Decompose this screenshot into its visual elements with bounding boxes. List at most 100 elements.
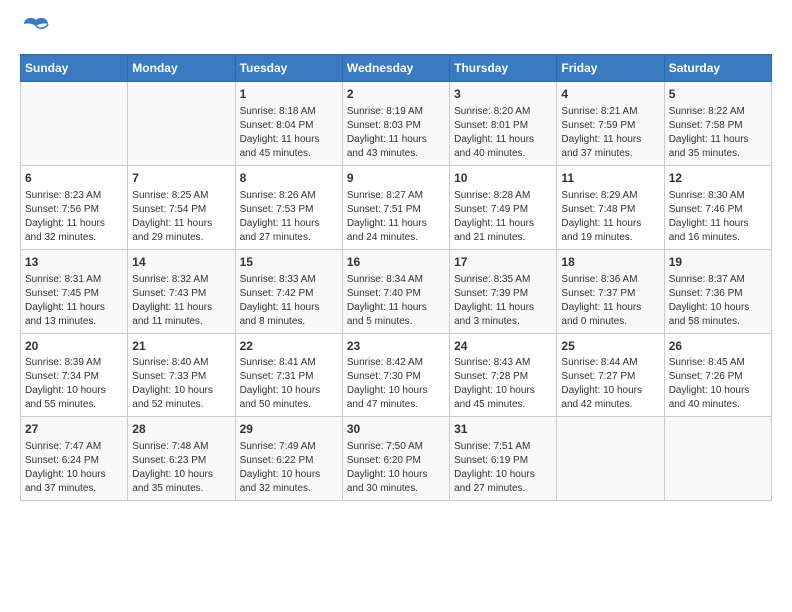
logo bbox=[20, 20, 50, 44]
day-info: Sunrise: 8:18 AM Sunset: 8:04 PM Dayligh… bbox=[240, 105, 338, 161]
day-info: Sunrise: 8:19 AM Sunset: 8:03 PM Dayligh… bbox=[347, 105, 445, 161]
calendar-cell: 9 Sunrise: 8:27 AM Sunset: 7:51 PM Daylig… bbox=[342, 165, 449, 249]
calendar-cell bbox=[557, 417, 664, 501]
day-number: 6 bbox=[25, 170, 123, 187]
calendar-cell: 4 Sunrise: 8:21 AM Sunset: 7:59 PM Daylig… bbox=[557, 82, 664, 166]
day-info: Sunrise: 8:31 AM Sunset: 7:45 PM Dayligh… bbox=[25, 273, 123, 329]
day-number: 23 bbox=[347, 338, 445, 355]
day-info: Sunrise: 7:50 AM Sunset: 6:20 PM Dayligh… bbox=[347, 440, 445, 496]
calendar-cell: 21Sunrise: 8:40 AM Sunset: 7:33 PM Dayli… bbox=[128, 333, 235, 417]
day-info: Sunrise: 7:51 AM Sunset: 6:19 PM Dayligh… bbox=[454, 440, 552, 496]
day-number: 13 bbox=[25, 254, 123, 271]
day-info: Sunrise: 8:34 AM Sunset: 7:40 PM Dayligh… bbox=[347, 273, 445, 329]
day-number: 15 bbox=[240, 254, 338, 271]
day-info: Sunrise: 8:42 AM Sunset: 7:30 PM Dayligh… bbox=[347, 356, 445, 412]
day-number: 27 bbox=[25, 421, 123, 438]
day-info: Sunrise: 8:30 AM Sunset: 7:46 PM Dayligh… bbox=[669, 189, 767, 245]
week-row-2: 6 Sunrise: 8:23 AM Sunset: 7:56 PM Daylig… bbox=[21, 165, 772, 249]
day-info: Sunrise: 8:29 AM Sunset: 7:48 PM Dayligh… bbox=[561, 189, 659, 245]
calendar-cell bbox=[664, 417, 771, 501]
calendar-cell: 12 Sunrise: 8:30 AM Sunset: 7:46 PM Dayli… bbox=[664, 165, 771, 249]
day-number: 31 bbox=[454, 421, 552, 438]
day-number: 10 bbox=[454, 170, 552, 187]
day-info: Sunrise: 7:49 AM Sunset: 6:22 PM Dayligh… bbox=[240, 440, 338, 496]
day-info: Sunrise: 8:44 AM Sunset: 7:27 PM Dayligh… bbox=[561, 356, 659, 412]
calendar-table: SundayMondayTuesdayWednesdayThursdayFrid… bbox=[20, 54, 772, 501]
calendar-cell bbox=[21, 82, 128, 166]
calendar-cell: 6 Sunrise: 8:23 AM Sunset: 7:56 PM Daylig… bbox=[21, 165, 128, 249]
day-number: 12 bbox=[669, 170, 767, 187]
day-info: Sunrise: 8:28 AM Sunset: 7:49 PM Dayligh… bbox=[454, 189, 552, 245]
calendar-cell: 27 Sunrise: 7:47 AM Sunset: 6:24 PM Dayli… bbox=[21, 417, 128, 501]
weekday-header-monday: Monday bbox=[128, 55, 235, 82]
day-number: 8 bbox=[240, 170, 338, 187]
weekday-header-thursday: Thursday bbox=[450, 55, 557, 82]
calendar-cell: 17Sunrise: 8:35 AM Sunset: 7:39 PM Dayli… bbox=[450, 249, 557, 333]
day-number: 2 bbox=[347, 86, 445, 103]
day-info: Sunrise: 8:20 AM Sunset: 8:01 PM Dayligh… bbox=[454, 105, 552, 161]
calendar-cell: 14 Sunrise: 8:32 AM Sunset: 7:43 PM Dayli… bbox=[128, 249, 235, 333]
day-info: Sunrise: 8:27 AM Sunset: 7:51 PM Dayligh… bbox=[347, 189, 445, 245]
calendar-cell: 22Sunrise: 8:41 AM Sunset: 7:31 PM Dayli… bbox=[235, 333, 342, 417]
day-info: Sunrise: 8:43 AM Sunset: 7:28 PM Dayligh… bbox=[454, 356, 552, 412]
day-number: 1 bbox=[240, 86, 338, 103]
day-info: Sunrise: 8:26 AM Sunset: 7:53 PM Dayligh… bbox=[240, 189, 338, 245]
calendar-cell: 11 Sunrise: 8:29 AM Sunset: 7:48 PM Dayli… bbox=[557, 165, 664, 249]
calendar-cell: 25Sunrise: 8:44 AM Sunset: 7:27 PM Dayli… bbox=[557, 333, 664, 417]
day-number: 16 bbox=[347, 254, 445, 271]
day-info: Sunrise: 8:41 AM Sunset: 7:31 PM Dayligh… bbox=[240, 356, 338, 412]
day-number: 21 bbox=[132, 338, 230, 355]
day-number: 3 bbox=[454, 86, 552, 103]
day-info: Sunrise: 8:36 AM Sunset: 7:37 PM Dayligh… bbox=[561, 273, 659, 329]
weekday-header-sunday: Sunday bbox=[21, 55, 128, 82]
day-number: 5 bbox=[669, 86, 767, 103]
weekday-header-saturday: Saturday bbox=[664, 55, 771, 82]
calendar-cell: 18 Sunrise: 8:36 AM Sunset: 7:37 PM Dayli… bbox=[557, 249, 664, 333]
week-row-3: 13 Sunrise: 8:31 AM Sunset: 7:45 PM Dayli… bbox=[21, 249, 772, 333]
week-row-4: 20Sunrise: 8:39 AM Sunset: 7:34 PM Dayli… bbox=[21, 333, 772, 417]
day-info: Sunrise: 8:45 AM Sunset: 7:26 PM Dayligh… bbox=[669, 356, 767, 412]
day-info: Sunrise: 8:21 AM Sunset: 7:59 PM Dayligh… bbox=[561, 105, 659, 161]
week-row-5: 27 Sunrise: 7:47 AM Sunset: 6:24 PM Dayli… bbox=[21, 417, 772, 501]
day-info: Sunrise: 8:22 AM Sunset: 7:58 PM Dayligh… bbox=[669, 105, 767, 161]
calendar-cell: 28Sunrise: 7:48 AM Sunset: 6:23 PM Dayli… bbox=[128, 417, 235, 501]
calendar-cell: 24Sunrise: 8:43 AM Sunset: 7:28 PM Dayli… bbox=[450, 333, 557, 417]
calendar-cell: 26Sunrise: 8:45 AM Sunset: 7:26 PM Dayli… bbox=[664, 333, 771, 417]
day-info: Sunrise: 8:32 AM Sunset: 7:43 PM Dayligh… bbox=[132, 273, 230, 329]
day-number: 11 bbox=[561, 170, 659, 187]
calendar-cell: 30Sunrise: 7:50 AM Sunset: 6:20 PM Dayli… bbox=[342, 417, 449, 501]
day-info: Sunrise: 8:23 AM Sunset: 7:56 PM Dayligh… bbox=[25, 189, 123, 245]
calendar-cell: 1 Sunrise: 8:18 AM Sunset: 8:04 PM Daylig… bbox=[235, 82, 342, 166]
weekday-header-wednesday: Wednesday bbox=[342, 55, 449, 82]
day-info: Sunrise: 8:37 AM Sunset: 7:36 PM Dayligh… bbox=[669, 273, 767, 329]
calendar-cell: 31 Sunrise: 7:51 AM Sunset: 6:19 PM Dayli… bbox=[450, 417, 557, 501]
day-number: 25 bbox=[561, 338, 659, 355]
day-info: Sunrise: 8:40 AM Sunset: 7:33 PM Dayligh… bbox=[132, 356, 230, 412]
calendar-cell: 10 Sunrise: 8:28 AM Sunset: 7:49 PM Dayli… bbox=[450, 165, 557, 249]
calendar-cell: 2 Sunrise: 8:19 AM Sunset: 8:03 PM Daylig… bbox=[342, 82, 449, 166]
day-number: 26 bbox=[669, 338, 767, 355]
day-info: Sunrise: 7:47 AM Sunset: 6:24 PM Dayligh… bbox=[25, 440, 123, 496]
calendar-cell: 3 Sunrise: 8:20 AM Sunset: 8:01 PM Daylig… bbox=[450, 82, 557, 166]
calendar-cell: 29Sunrise: 7:49 AM Sunset: 6:22 PM Dayli… bbox=[235, 417, 342, 501]
weekday-header-tuesday: Tuesday bbox=[235, 55, 342, 82]
weekday-header-friday: Friday bbox=[557, 55, 664, 82]
calendar-cell: 5 Sunrise: 8:22 AM Sunset: 7:58 PM Daylig… bbox=[664, 82, 771, 166]
day-number: 14 bbox=[132, 254, 230, 271]
weekday-header-row: SundayMondayTuesdayWednesdayThursdayFrid… bbox=[21, 55, 772, 82]
week-row-1: 1 Sunrise: 8:18 AM Sunset: 8:04 PM Daylig… bbox=[21, 82, 772, 166]
day-number: 18 bbox=[561, 254, 659, 271]
page-header bbox=[20, 20, 772, 44]
calendar-cell: 7Sunrise: 8:25 AM Sunset: 7:54 PM Daylig… bbox=[128, 165, 235, 249]
day-info: Sunrise: 8:33 AM Sunset: 7:42 PM Dayligh… bbox=[240, 273, 338, 329]
day-number: 20 bbox=[25, 338, 123, 355]
calendar-cell: 19Sunrise: 8:37 AM Sunset: 7:36 PM Dayli… bbox=[664, 249, 771, 333]
calendar-cell: 20Sunrise: 8:39 AM Sunset: 7:34 PM Dayli… bbox=[21, 333, 128, 417]
calendar-cell: 15 Sunrise: 8:33 AM Sunset: 7:42 PM Dayli… bbox=[235, 249, 342, 333]
calendar-cell: 23Sunrise: 8:42 AM Sunset: 7:30 PM Dayli… bbox=[342, 333, 449, 417]
calendar-cell bbox=[128, 82, 235, 166]
calendar-cell: 8 Sunrise: 8:26 AM Sunset: 7:53 PM Daylig… bbox=[235, 165, 342, 249]
day-number: 22 bbox=[240, 338, 338, 355]
day-number: 9 bbox=[347, 170, 445, 187]
day-number: 4 bbox=[561, 86, 659, 103]
